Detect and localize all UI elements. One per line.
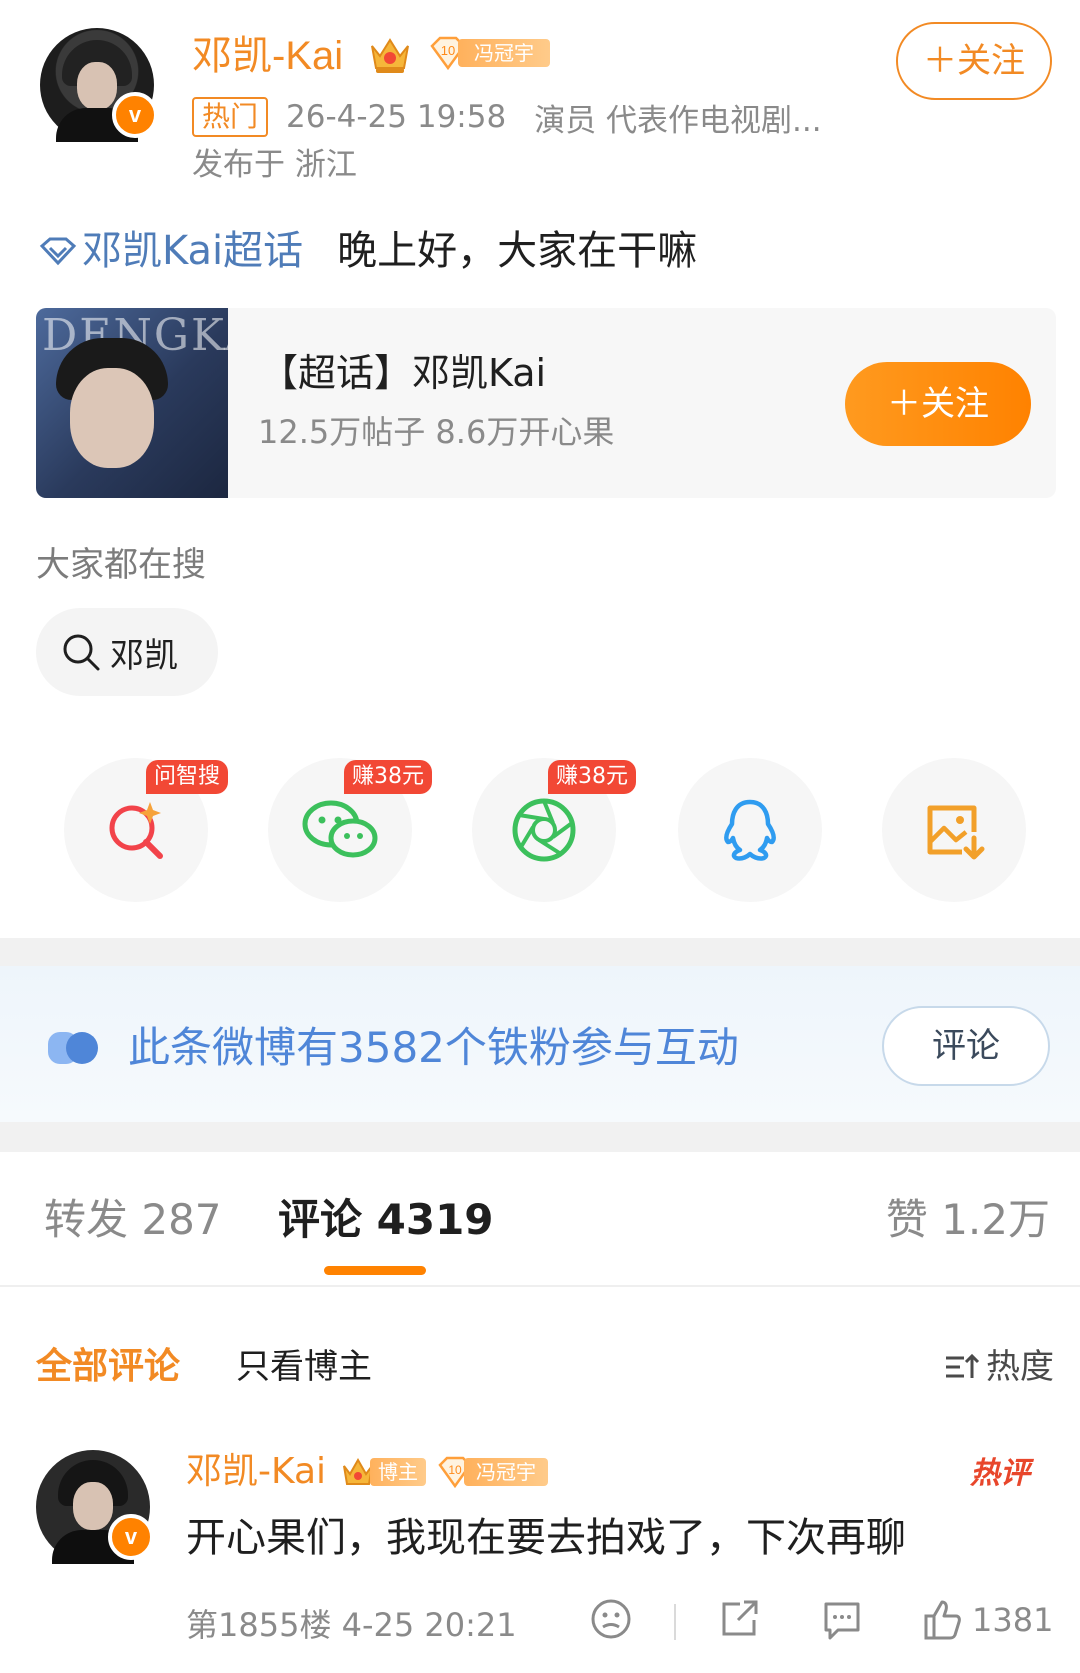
share-icon [722, 1600, 758, 1636]
post-text: 邓凯Kai超话 晚上好，大家在干嘛 [38, 222, 697, 280]
author-avatar[interactable]: v [40, 28, 158, 142]
super-topic-thumbnail: DENGKAI [36, 308, 228, 498]
super-topic-card[interactable]: DENGKAI 【超话】邓凯Kai 12.5万帖子 8.6万开心果 ＋关注 [36, 308, 1056, 498]
iron-fan-text: 此条微博有3582个铁粉参与互动 [128, 1023, 739, 1072]
action-separator [674, 1604, 676, 1640]
iron-fan-icon [48, 1032, 98, 1064]
author-bio: 演员 代表作电视剧... [534, 102, 822, 139]
hot-comment-tag: 热评 [970, 1456, 1030, 1491]
comment-like-button[interactable]: 1381 [920, 1598, 1053, 1642]
tab-repost[interactable]: 转发 287 [44, 1190, 222, 1250]
wechat-icon [302, 800, 378, 858]
author-name[interactable]: 邓凯-Kai [192, 28, 343, 84]
comment-repost-button[interactable] [718, 1598, 762, 1640]
comment-icon [824, 1602, 860, 1640]
trending-search-label: 大家都在搜 [36, 545, 206, 585]
section-divider [0, 938, 1080, 968]
comment-like-count: 1381 [972, 1601, 1054, 1639]
post-content: 晚上好，大家在干嘛 [337, 228, 698, 274]
fan-club-badge[interactable]: 10 冯冠宇 [428, 36, 552, 70]
qq-icon [724, 799, 776, 861]
tab-active-indicator [324, 1266, 426, 1275]
post-meta: 热门 26-4-25 19:58 演员 代表作电视剧... [192, 92, 822, 142]
moments-reward-tag: 赚38元 [548, 760, 636, 794]
save-image-icon [927, 805, 985, 860]
wechat-reward-tag: 赚38元 [344, 760, 432, 794]
post-time: 26-4-25 19:58 [286, 99, 507, 135]
sort-by-heat[interactable]: 热度 [944, 1342, 1054, 1392]
fan-badge-name: 冯冠宇 [458, 39, 550, 67]
comment-emoji-button[interactable] [590, 1598, 632, 1640]
super-topic-diamond-icon [39, 237, 77, 266]
super-topic-follow-button[interactable]: ＋关注 [845, 362, 1031, 446]
trending-search-chip[interactable]: 邓凯 [36, 608, 218, 696]
search-icon [63, 634, 100, 671]
ai-search-icon [109, 802, 163, 859]
banner-comment-button[interactable]: 评论 [882, 1006, 1050, 1086]
ai-search-tag: 问智搜 [146, 760, 229, 794]
commenter-avatar[interactable]: v [36, 1450, 154, 1564]
sort-icon [946, 1353, 980, 1378]
section-divider [0, 1122, 1080, 1152]
verified-v-icon: v [108, 1514, 154, 1560]
comment-text: 开心果们，我现在要去拍戏了，下次再聊 [186, 1515, 906, 1561]
commenter-name[interactable]: 邓凯-Kai [186, 1446, 326, 1498]
svg-text:10: 10 [441, 43, 455, 58]
save-image-button[interactable] [882, 758, 1026, 902]
commenter-fan-badge[interactable]: 10 冯冠宇 [436, 1456, 548, 1488]
face-icon [591, 1599, 631, 1639]
follow-button[interactable]: ＋关注 [896, 22, 1052, 100]
super-topic-stats: 12.5万帖子 8.6万开心果 [258, 413, 615, 451]
share-qq-button[interactable] [678, 758, 822, 902]
hot-tag: 热门 [192, 97, 269, 137]
divider [0, 1285, 1080, 1287]
post-location: 发布于 浙江 [192, 147, 357, 183]
svg-text:10: 10 [448, 1463, 462, 1477]
filter-author-only[interactable]: 只看博主 [236, 1342, 372, 1392]
post-header: v 邓凯-Kai 10 冯冠宇 ＋关注 热门 26-4-25 19:58 演员 … [0, 0, 1080, 200]
author-badge: 博主 [340, 1456, 426, 1488]
tab-comments[interactable]: 评论 4319 [278, 1190, 494, 1250]
thumbs-up-icon [924, 1600, 961, 1640]
verified-v-icon: v [112, 92, 158, 138]
weibo-post-page: v 邓凯-Kai 10 冯冠宇 ＋关注 热门 26-4-25 19:58 演员 … [0, 0, 1080, 1673]
comment-reply-button[interactable] [820, 1598, 864, 1642]
super-topic-link[interactable]: 邓凯Kai超话 [38, 222, 303, 280]
tab-likes[interactable]: 赞 1.2万 [886, 1190, 1050, 1250]
moments-icon [512, 798, 576, 862]
filter-all-comments[interactable]: 全部评论 [36, 1342, 180, 1392]
super-topic-name: 【超话】邓凯Kai [260, 351, 547, 395]
comment-floor-time: 第1855楼 4-25 20:21 [186, 1606, 517, 1644]
crown-icon [371, 38, 409, 73]
